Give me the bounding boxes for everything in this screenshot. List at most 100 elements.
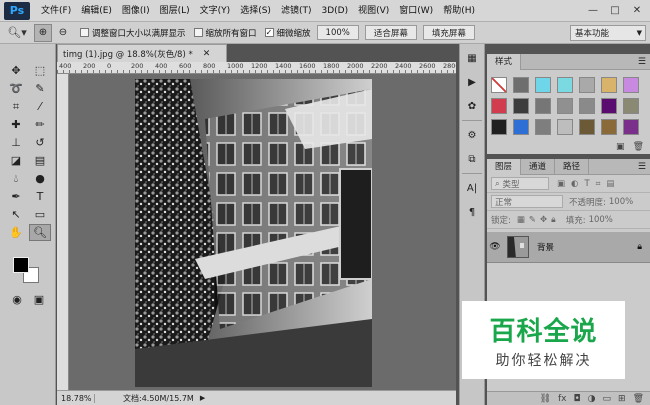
tab-styles[interactable]: 样式: [487, 53, 522, 70]
style-swatch[interactable]: [601, 119, 617, 135]
dodge-tool-icon[interactable]: ●: [29, 170, 51, 187]
eraser-tool-icon[interactable]: ◪: [5, 152, 27, 169]
brush-tool-icon[interactable]: ✏: [29, 116, 51, 133]
menu-3d[interactable]: 3D(D): [316, 0, 353, 22]
filter-icons[interactable]: ▣◐T⌗▤: [557, 179, 620, 189]
style-swatch[interactable]: [491, 98, 507, 114]
style-swatch[interactable]: [579, 119, 595, 135]
opacity-value[interactable]: 100%: [609, 197, 633, 207]
menu-image[interactable]: 图像(I): [117, 0, 155, 22]
style-swatch[interactable]: [513, 98, 529, 114]
gradient-tool-icon[interactable]: ▤: [29, 152, 51, 169]
status-zoom[interactable]: 18.78%: [57, 393, 95, 403]
restore-button[interactable]: □: [604, 3, 626, 19]
zoom-100-button[interactable]: 100%: [316, 25, 359, 40]
quick-select-tool-icon[interactable]: ✎: [29, 80, 51, 97]
fill-screen-button[interactable]: 填充屏幕: [422, 25, 475, 40]
zoom-all-windows-checkbox[interactable]: 缩放所有窗口: [193, 27, 257, 39]
move-tool-icon[interactable]: ✥: [5, 62, 27, 79]
workspace-select[interactable]: 基本功能 ▼: [570, 25, 646, 41]
adjustment-icon[interactable]: ◑: [588, 394, 596, 404]
lasso-tool-icon[interactable]: ➰: [5, 80, 27, 97]
hand-tool-icon[interactable]: ✋: [5, 224, 27, 241]
new-layer-icon[interactable]: ⊞: [618, 394, 626, 404]
mask-icon[interactable]: ◘: [574, 394, 581, 404]
pen-tool-icon[interactable]: ✒: [5, 188, 27, 205]
style-swatch[interactable]: [491, 77, 507, 93]
menu-edit[interactable]: 编辑(E): [76, 0, 117, 22]
eyedropper-tool-icon[interactable]: ⁄: [29, 98, 51, 115]
style-swatch[interactable]: [601, 98, 617, 114]
style-swatch[interactable]: [535, 98, 551, 114]
folder-icon[interactable]: ▭: [603, 394, 612, 404]
menu-help[interactable]: 帮助(H): [438, 0, 480, 22]
style-swatch[interactable]: [601, 77, 617, 93]
style-swatch[interactable]: [491, 119, 507, 135]
panel-menu-icon[interactable]: ☰: [638, 162, 646, 172]
menu-file[interactable]: 文件(F): [36, 0, 76, 22]
menu-filter[interactable]: 滤镜(T): [276, 0, 317, 22]
clone-stamp-icon[interactable]: ⊥: [5, 134, 27, 151]
style-swatch[interactable]: [623, 77, 639, 93]
style-swatch[interactable]: [623, 119, 639, 135]
trash-icon[interactable]: 🗑︎: [633, 142, 644, 152]
type-tool-icon[interactable]: T: [29, 188, 51, 205]
shape-tool-icon[interactable]: ▭: [29, 206, 51, 223]
close-icon[interactable]: ✕: [203, 49, 211, 59]
menu-select[interactable]: 选择(S): [235, 0, 276, 22]
blend-mode-select[interactable]: 正常: [491, 195, 563, 208]
trash-icon[interactable]: 🗑︎: [633, 394, 644, 404]
style-swatch[interactable]: [513, 119, 529, 135]
history-brush-icon[interactable]: ↺: [29, 134, 51, 151]
menu-layer[interactable]: 图层(L): [155, 0, 195, 22]
menu-window[interactable]: 窗口(W): [394, 0, 438, 22]
zoom-in-icon[interactable]: ⊕: [34, 23, 52, 42]
menu-type[interactable]: 文字(Y): [195, 0, 236, 22]
document-tab[interactable]: timg (1).jpg @ 18.8%(灰色/8) * ✕: [57, 44, 227, 62]
style-swatch[interactable]: [513, 77, 529, 93]
minimize-button[interactable]: —: [582, 3, 604, 19]
tab-layers[interactable]: 图层: [487, 158, 522, 175]
zoom-tool-icon[interactable]: 🔍︎: [29, 224, 51, 241]
close-button[interactable]: ✕: [626, 3, 648, 19]
scrubby-zoom-checkbox[interactable]: ✓ 细微缩放: [264, 27, 311, 39]
style-swatch[interactable]: [557, 119, 573, 135]
panel-menu-icon[interactable]: ☰: [638, 57, 646, 67]
tab-paths[interactable]: 路径: [555, 158, 590, 175]
tab-channels[interactable]: 通道: [521, 158, 556, 175]
zoom-out-icon[interactable]: ⊖: [54, 24, 72, 42]
actions-icon[interactable]: ▶: [462, 72, 482, 92]
filter-kind-select[interactable]: ⌕ 类型: [491, 177, 549, 190]
blur-tool-icon[interactable]: 💧︎: [5, 170, 27, 187]
fx-icon[interactable]: fx: [558, 394, 567, 404]
paragraph-icon[interactable]: ¶: [462, 202, 482, 222]
style-swatch[interactable]: [557, 98, 573, 114]
style-swatch[interactable]: [623, 98, 639, 114]
character-icon[interactable]: A|: [462, 178, 482, 198]
chevron-right-icon[interactable]: ▶: [200, 394, 205, 402]
layer-row-background[interactable]: 👁︎ 背景 🔒︎: [487, 232, 650, 263]
lock-icons[interactable]: ▦✎✥🔒︎: [517, 215, 560, 225]
zoom-tool-preset-icon[interactable]: 🔍︎▾: [2, 24, 32, 42]
foreground-color[interactable]: [13, 257, 29, 273]
document-image[interactable]: [135, 79, 372, 387]
fill-value[interactable]: 100%: [589, 215, 613, 225]
healing-brush-icon[interactable]: ✚: [5, 116, 27, 133]
fit-screen-button[interactable]: 适合屏幕: [364, 25, 417, 40]
crop-tool-icon[interactable]: ⌗: [5, 98, 27, 115]
clone-source-icon[interactable]: ⧉: [462, 149, 482, 169]
properties-icon[interactable]: ⚙: [462, 125, 482, 145]
brush-presets-icon[interactable]: ✿: [462, 96, 482, 116]
eye-icon[interactable]: 👁︎: [487, 242, 503, 252]
style-swatch[interactable]: [579, 98, 595, 114]
marquee-tool-icon[interactable]: ⬚: [29, 62, 51, 79]
style-swatch[interactable]: [535, 119, 551, 135]
style-swatch[interactable]: [535, 77, 551, 93]
quick-mask-icon[interactable]: ◉: [6, 291, 28, 308]
menu-view[interactable]: 视图(V): [353, 0, 394, 22]
screen-mode-icon[interactable]: ▣: [28, 291, 50, 308]
color-swatches[interactable]: [10, 254, 44, 288]
new-style-icon[interactable]: ▣: [616, 142, 625, 152]
resize-windows-checkbox[interactable]: 调整窗口大小以满屏显示: [80, 27, 186, 39]
link-icon[interactable]: ⛓︎: [540, 394, 551, 404]
